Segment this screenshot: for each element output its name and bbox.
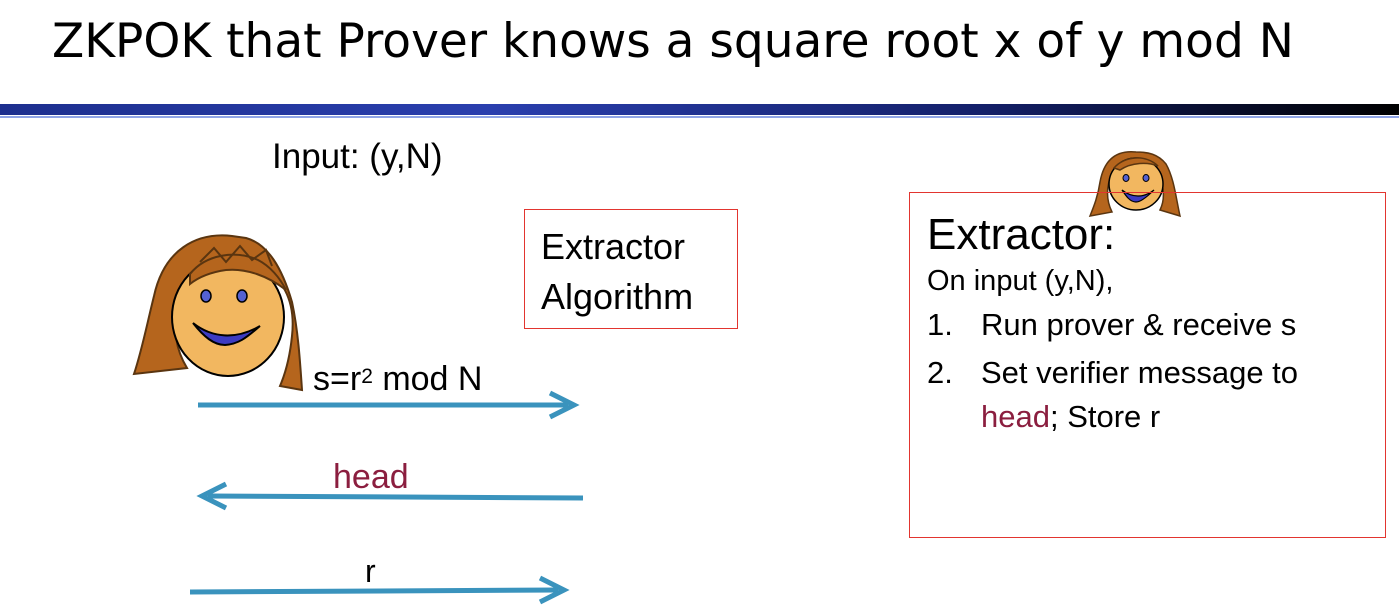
message-label-r: r	[365, 553, 376, 589]
head-word: head	[981, 399, 1050, 434]
step-number: 2.	[927, 355, 953, 390]
message-label-head: head	[333, 458, 409, 496]
extractor-algorithm-label: Extractor Algorithm	[541, 226, 694, 317]
prover-face-icon	[132, 234, 304, 392]
extractor-description-box: Extractor: On input (y,N), 1. Run prover…	[909, 192, 1386, 538]
step-text: Run prover & receive s	[981, 307, 1297, 342]
step-text: Set verifier message to	[981, 355, 1299, 390]
message-arrow-r	[189, 575, 570, 605]
message-label-s: s=r2 mod N	[313, 360, 483, 398]
extractor-intro: On input (y,N),	[927, 265, 1114, 297]
step-number: 1.	[927, 307, 953, 342]
extractor-algorithm-box: Extractor Algorithm	[524, 209, 738, 329]
extractor-heading: Extractor:	[927, 210, 1116, 259]
step-text-rest: ; Store r	[1049, 399, 1161, 434]
exponent: 2	[361, 365, 373, 388]
